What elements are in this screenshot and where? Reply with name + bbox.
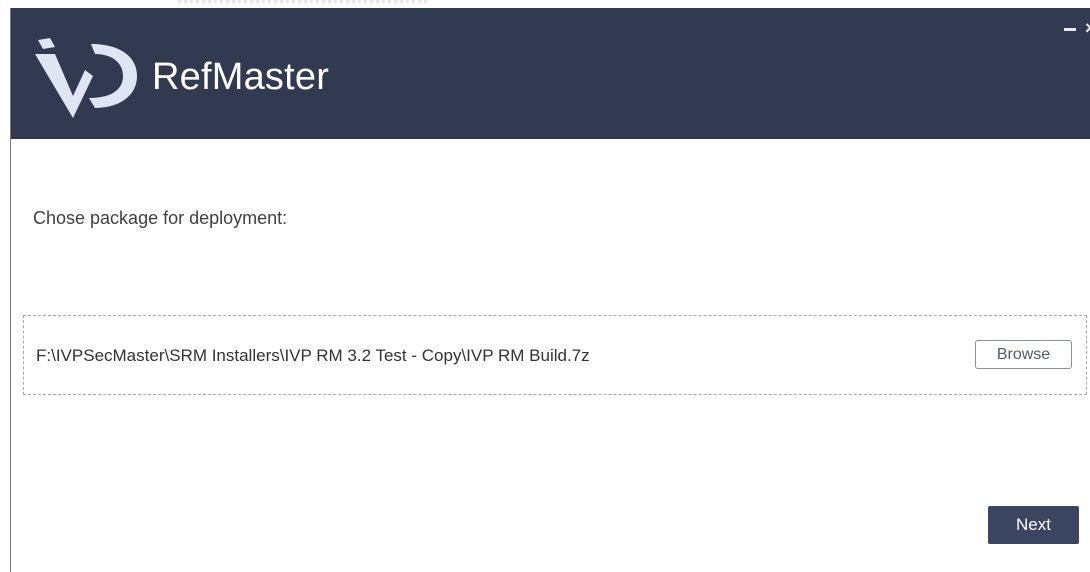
- header-bar: RefMaster ×: [11, 8, 1090, 139]
- selected-file-path: F:\IVPSecMaster\SRM Installers\IVP RM 3.…: [36, 346, 590, 365]
- installer-window: RefMaster × Chose package for deployment…: [10, 8, 1090, 572]
- background-strip: [0, 0, 1090, 8]
- minimize-button[interactable]: [1061, 18, 1079, 38]
- next-button[interactable]: Next: [988, 506, 1079, 544]
- package-drop-zone[interactable]: F:\IVPSecMaster\SRM Installers\IVP RM 3.…: [23, 315, 1087, 395]
- close-button[interactable]: ×: [1085, 18, 1090, 38]
- app-title: RefMaster: [152, 56, 330, 98]
- background-window-text: [178, 0, 428, 3]
- ivp-logo-icon: [35, 38, 137, 118]
- browse-button[interactable]: Browse: [975, 340, 1072, 369]
- package-prompt-label: Chose package for deployment:: [33, 208, 288, 228]
